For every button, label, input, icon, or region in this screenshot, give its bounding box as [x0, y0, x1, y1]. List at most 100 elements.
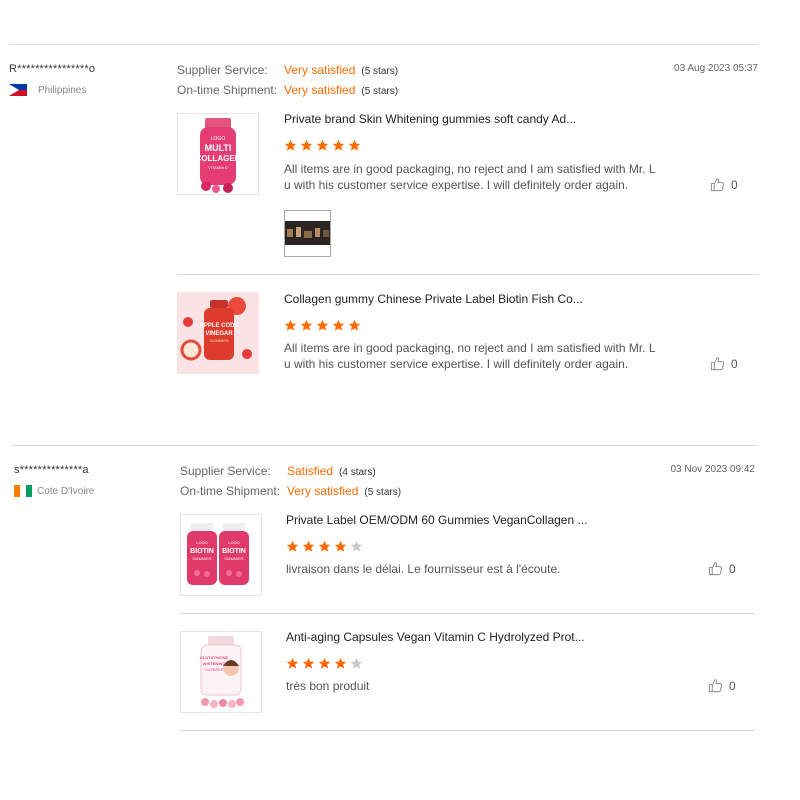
label-text: VINEGAR: [205, 331, 233, 337]
star-icon: [316, 139, 329, 151]
star-icon: [300, 139, 313, 151]
product-rating-stars: [284, 139, 361, 152]
shipment-rating: On-time Shipment: Very satisfied (5 star…: [180, 484, 401, 498]
label-text: VITAMIN E: [208, 165, 228, 170]
review-date: 03 Nov 2023 09:42: [670, 464, 755, 475]
rating-stars-text: (5 stars): [361, 86, 399, 97]
rating-label: Supplier Service:: [180, 464, 271, 478]
rating-stars-text: (5 stars): [364, 487, 402, 498]
star-icon: [316, 319, 329, 331]
shipment-rating: On-time Shipment: Very satisfied (5 star…: [177, 83, 398, 97]
label-text: BIOTIN: [222, 548, 246, 555]
rating-stars-text: (4 stars): [339, 467, 376, 478]
label-text: LOGO: [196, 540, 208, 545]
thumbs-up-icon: [710, 357, 725, 371]
review-photo-image: [285, 211, 330, 256]
reviewer-country: Philippines: [9, 84, 86, 96]
vinegar-gummies-image: APPLE CODE VINEGAR GUMMIES: [177, 292, 259, 374]
rating-value: Very satisfied: [284, 83, 356, 97]
star-icon: [300, 319, 313, 331]
divider: [177, 274, 758, 275]
star-icon: [302, 657, 315, 669]
label-text: GUMMIES: [192, 556, 211, 561]
review-date: 03 Aug 2023 05:37: [674, 63, 758, 74]
gummy-bottle-image: LOGO MULTI COLLAGEN VITAMIN E: [196, 118, 241, 193]
star-icon: [284, 319, 297, 331]
philippines-flag-icon: [9, 84, 27, 96]
like-button[interactable]: 0: [710, 356, 738, 371]
like-count: 0: [731, 177, 738, 192]
star-icon: [318, 657, 331, 669]
star-icon: [318, 540, 331, 552]
rating-label: Supplier Service:: [177, 63, 268, 77]
review-comment: livraison dans le délai. Le fournisseur …: [286, 562, 561, 576]
product-title-link[interactable]: Collagen gummy Chinese Private Label Bio…: [284, 292, 583, 306]
star-icon: [332, 319, 345, 331]
star-icon: [302, 540, 315, 552]
divider: [12, 445, 757, 446]
cote-divoire-flag-icon: [14, 485, 32, 497]
label-text: COLLAGEN: [196, 154, 241, 163]
product-rating-stars: [286, 540, 363, 553]
rating-value: Satisfied: [287, 464, 334, 478]
product-title-link[interactable]: Private brand Skin Whitening gummies sof…: [284, 112, 576, 126]
supplier-service-rating: Supplier Service: Satisfied (4 stars): [180, 464, 376, 478]
rating-value: Very satisfied: [284, 63, 356, 77]
label-text: GUMMIES: [224, 556, 243, 561]
divider: [9, 44, 758, 45]
label-text: APPLE CODE: [199, 323, 238, 329]
star-icon: [284, 139, 297, 151]
label-text: GUMMIES: [209, 338, 228, 343]
country-label: Philippines: [38, 84, 87, 96]
label-text: MULTI: [205, 143, 232, 153]
star-icon: [350, 657, 363, 669]
glutathione-bottle-image: GLUTATHIONE WHITENING GUMMIES: [200, 636, 244, 708]
label-text: GLUTATHIONE: [200, 655, 229, 660]
label-text: BIOTIN: [190, 548, 214, 555]
thumbs-up-icon: [708, 679, 723, 693]
label-text: WHITENING: [203, 661, 226, 666]
product-rating-stars: [284, 319, 361, 332]
biotin-bottles-image: LOGO BIOTIN GUMMIES LOGO BIOTIN GUMMIES: [187, 523, 249, 585]
rating-label: On-time Shipment:: [180, 484, 281, 498]
star-icon: [334, 657, 347, 669]
star-icon: [348, 319, 361, 331]
reviewer-country: Cote D'Ivoire: [14, 485, 95, 497]
product-thumbnail[interactable]: LOGO MULTI COLLAGEN VITAMIN E: [177, 113, 259, 195]
rating-label: On-time Shipment:: [177, 83, 278, 97]
product-rating-stars: [286, 657, 363, 670]
thumbs-up-icon: [710, 178, 725, 192]
product-thumbnail[interactable]: APPLE CODE VINEGAR GUMMIES: [177, 292, 259, 374]
reviewer-name: R****************o: [9, 63, 96, 75]
label-text: LOGO: [211, 136, 226, 142]
star-icon: [286, 540, 299, 552]
star-icon: [286, 657, 299, 669]
review-comment: All items are in good packaging, no reje…: [284, 162, 656, 192]
like-button[interactable]: 0: [710, 177, 738, 192]
product-title-link[interactable]: Private Label OEM/ODM 60 Gummies VeganCo…: [286, 513, 587, 527]
like-count: 0: [729, 561, 736, 576]
star-icon: [334, 540, 347, 552]
reviewer-name: s**************a: [14, 464, 89, 476]
product-thumbnail[interactable]: GLUTATHIONE WHITENING GUMMIES: [180, 631, 262, 713]
like-button[interactable]: 0: [708, 561, 736, 576]
review-comment: très bon produit: [286, 679, 370, 693]
label-text: GUMMIES: [204, 667, 223, 672]
like-button[interactable]: 0: [708, 678, 736, 693]
like-count: 0: [731, 356, 738, 371]
country-label: Cote D'Ivoire: [37, 485, 95, 497]
label-text: LOGO: [228, 540, 240, 545]
divider: [180, 613, 755, 614]
review-photo[interactable]: [284, 210, 331, 257]
star-icon: [348, 139, 361, 151]
product-thumbnail[interactable]: LOGO BIOTIN GUMMIES LOGO BIOTIN GUMMIES: [180, 514, 262, 596]
rating-value: Very satisfied: [287, 484, 359, 498]
star-icon: [350, 540, 363, 552]
like-count: 0: [729, 678, 736, 693]
product-title-link[interactable]: Anti-aging Capsules Vegan Vitamin C Hydr…: [286, 630, 585, 644]
rating-stars-text: (5 stars): [361, 66, 399, 77]
review-comment: All items are in good packaging, no reje…: [284, 341, 656, 371]
divider: [180, 730, 755, 731]
thumbs-up-icon: [708, 562, 723, 576]
star-icon: [332, 139, 345, 151]
